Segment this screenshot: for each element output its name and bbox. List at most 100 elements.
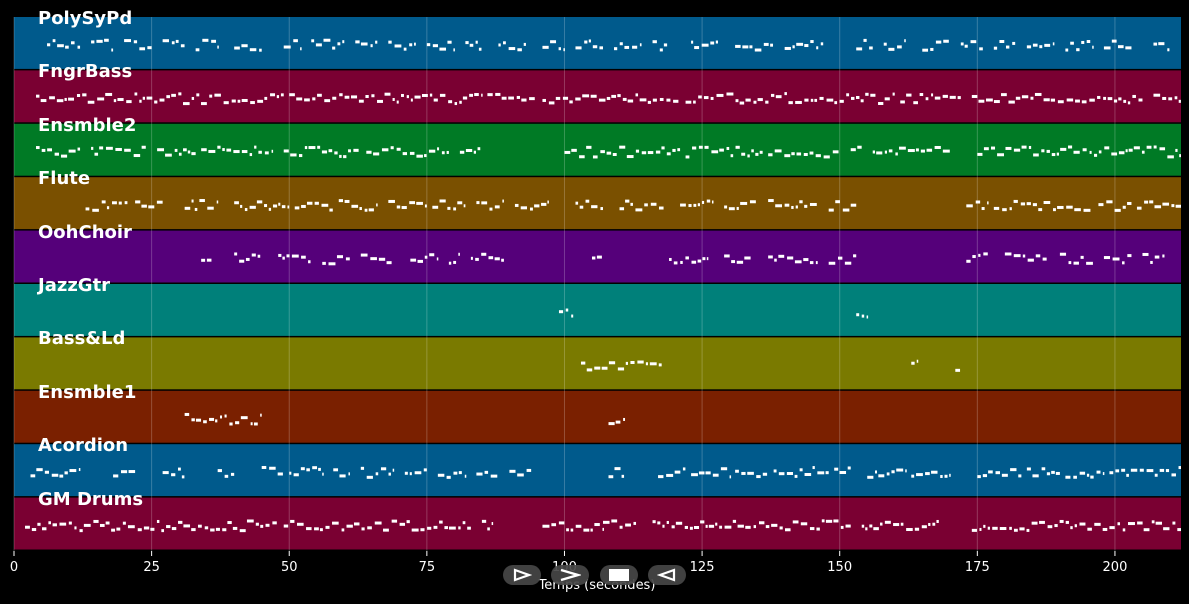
- note: [139, 99, 142, 103]
- note: [1082, 148, 1087, 152]
- note: [1112, 257, 1120, 261]
- note: [1104, 146, 1110, 150]
- note: [209, 417, 215, 421]
- note: [662, 524, 665, 528]
- note: [237, 99, 241, 103]
- note: [353, 148, 359, 152]
- note: [47, 148, 52, 152]
- note: [754, 48, 762, 52]
- note: [1074, 208, 1081, 212]
- note: [1178, 466, 1181, 470]
- note: [888, 47, 895, 51]
- note: [1081, 40, 1085, 44]
- note: [820, 42, 824, 46]
- note: [437, 473, 445, 477]
- note: [30, 474, 36, 478]
- note: [215, 419, 218, 423]
- note: [555, 96, 561, 100]
- note: [586, 145, 592, 149]
- back-button[interactable]: [648, 565, 686, 585]
- note: [241, 98, 248, 102]
- play-button[interactable]: [503, 565, 541, 585]
- note: [985, 98, 993, 102]
- stop-button[interactable]: [600, 565, 638, 585]
- note: [990, 146, 996, 150]
- forward-button[interactable]: [551, 565, 589, 585]
- note: [940, 475, 943, 479]
- note: [584, 40, 588, 44]
- note: [296, 97, 303, 101]
- note: [826, 98, 834, 102]
- note: [844, 261, 852, 265]
- note: [850, 203, 857, 207]
- track-lane: [14, 177, 1181, 230]
- note: [154, 100, 158, 104]
- note: [899, 146, 906, 150]
- note: [736, 206, 739, 210]
- note: [669, 257, 672, 261]
- x-tick-label: 75: [418, 560, 436, 575]
- note: [322, 261, 326, 265]
- note: [719, 525, 723, 529]
- note: [380, 467, 387, 471]
- note: [711, 150, 719, 154]
- note: [977, 152, 983, 156]
- note: [1154, 205, 1162, 209]
- note: [693, 100, 696, 104]
- note: [336, 255, 344, 259]
- note: [579, 205, 584, 209]
- note: [314, 527, 319, 531]
- note: [491, 522, 494, 526]
- note: [1013, 528, 1018, 532]
- note: [775, 204, 783, 208]
- note: [1125, 149, 1128, 153]
- note: [171, 473, 176, 477]
- note: [1035, 254, 1041, 258]
- note: [666, 152, 671, 156]
- note: [815, 154, 821, 158]
- note: [517, 48, 522, 52]
- note: [632, 45, 638, 49]
- note: [147, 46, 152, 50]
- note: [156, 200, 163, 204]
- note: [1075, 99, 1080, 103]
- note: [661, 146, 665, 150]
- note: [324, 99, 331, 103]
- note: [290, 519, 295, 523]
- note: [740, 201, 748, 205]
- note: [706, 199, 711, 203]
- note: [1150, 260, 1153, 264]
- note: [194, 207, 198, 211]
- note: [932, 522, 936, 526]
- note: [453, 471, 458, 475]
- note: [570, 528, 574, 532]
- note: [416, 154, 423, 158]
- note: [141, 204, 147, 208]
- note: [978, 253, 981, 257]
- note: [659, 206, 664, 210]
- note: [76, 94, 81, 98]
- note: [1153, 145, 1157, 149]
- note: [580, 361, 586, 365]
- note: [685, 155, 690, 159]
- note: [810, 98, 814, 102]
- note: [891, 470, 895, 474]
- note: [383, 528, 389, 532]
- note: [794, 260, 802, 264]
- note: [283, 149, 289, 153]
- note: [231, 99, 236, 103]
- note: [895, 152, 898, 156]
- note: [346, 524, 353, 528]
- note: [878, 474, 885, 478]
- note: [703, 96, 709, 100]
- note: [900, 100, 905, 104]
- note: [348, 149, 351, 153]
- note: [1117, 45, 1124, 49]
- note: [270, 93, 276, 97]
- note: [816, 46, 819, 50]
- note: [888, 149, 893, 153]
- note: [878, 101, 884, 105]
- note: [621, 474, 625, 478]
- note: [1028, 145, 1032, 149]
- note: [332, 46, 336, 50]
